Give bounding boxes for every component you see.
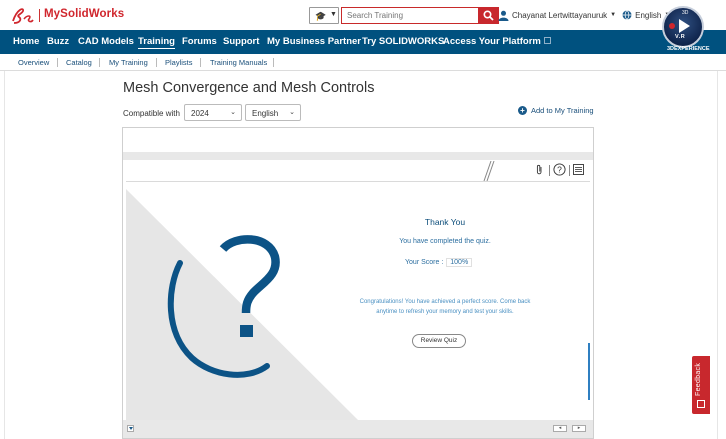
compass-red-dot	[669, 23, 675, 29]
feedback-tab[interactable]: Feedback	[692, 356, 710, 414]
main-nav: Home Buzz CAD Models Training Forums Sup…	[0, 30, 726, 54]
menu-list-icon[interactable]	[573, 164, 584, 178]
external-link-icon	[543, 37, 551, 44]
subnav-divider	[57, 58, 58, 67]
toolbar-divider	[549, 165, 550, 176]
quiz-result-slide: Thank You You have completed the quiz. Y…	[126, 183, 590, 420]
search-bar: 🎓 ▼	[309, 7, 499, 24]
toolbar-divider	[569, 165, 570, 176]
nav-my-business-partner[interactable]: My Business Partner	[267, 36, 361, 47]
quiz-score-value: 100%	[446, 258, 473, 267]
version-value: 2024	[191, 109, 209, 118]
page-edge-right	[717, 71, 718, 439]
quiz-congrats-line-2: anytime to refresh your memory and test …	[376, 309, 514, 315]
play-icon	[679, 19, 690, 33]
subnav-divider	[99, 58, 100, 67]
review-quiz-button[interactable]: Review Quiz	[412, 334, 466, 348]
help-icon[interactable]: ?	[553, 163, 566, 179]
search-category-dropdown[interactable]: 🎓 ▼	[309, 7, 339, 24]
add-to-my-training-label: Add to My Training	[531, 106, 594, 115]
player-bottom-bar: ◂ ▸	[123, 420, 593, 438]
quiz-completed-text: You have completed the quiz.	[399, 238, 491, 245]
collapse-toggle-icon[interactable]	[127, 425, 134, 432]
chevron-down-icon: ▼	[330, 11, 337, 18]
sub-nav: Overview Catalog My Training Playlists T…	[0, 54, 726, 71]
quiz-congrats-message: Congratulations! You have achieved a per…	[334, 297, 556, 317]
subnav-overview[interactable]: Overview	[18, 58, 49, 67]
3dexperience-label: 3DEXPERIENCE	[667, 46, 710, 52]
graduation-cap-icon: 🎓	[315, 11, 327, 21]
nav-access-platform-label: Access Your Platform	[443, 36, 541, 47]
player-toolbar: ?	[126, 160, 590, 182]
nav-buzz[interactable]: Buzz	[47, 36, 69, 47]
brand-divider	[39, 9, 40, 22]
nav-forums[interactable]: Forums	[182, 36, 217, 47]
user-area: Chayanat Lertwittayanuruk ▼ English ▼	[498, 8, 670, 22]
search-button[interactable]	[478, 7, 499, 24]
search-icon	[483, 10, 494, 21]
chevron-down-icon: ⌄	[230, 109, 236, 116]
subnav-divider	[273, 58, 274, 67]
course-player: ? Thank You You have completed the quiz.…	[122, 127, 594, 439]
language-value: English	[252, 109, 279, 118]
quiz-congrats-line-1: Congratulations! You have achieved a per…	[359, 299, 531, 305]
quiz-thank-you-title: Thank You	[424, 217, 466, 227]
player-header-space	[123, 128, 593, 152]
user-menu-caret-icon[interactable]: ▼	[610, 12, 616, 18]
globe-icon	[622, 10, 632, 20]
nav-access-platform[interactable]: Access Your Platform	[443, 36, 551, 47]
page-edge-left	[4, 71, 5, 439]
nav-support[interactable]: Support	[223, 36, 259, 47]
brand-name[interactable]: MySolidWorks	[44, 8, 124, 20]
nav-try-solidworks[interactable]: Try SOLIDWORKS	[362, 36, 444, 47]
quiz-score: Your Score :100%	[405, 258, 473, 267]
prev-slide-button[interactable]: ◂	[553, 425, 567, 432]
subnav-divider	[156, 58, 157, 67]
3dexperience-compass[interactable]: 3D V.R	[662, 6, 704, 48]
subnav-divider	[200, 58, 201, 67]
chevron-down-icon: ⌄	[289, 109, 295, 116]
search-input[interactable]	[341, 7, 478, 24]
slide-scroll-indicator[interactable]	[588, 343, 590, 400]
top-bar: MySolidWorks 🎓 ▼ Chayanat Lertwittayanur…	[0, 0, 726, 30]
compass-label: V.R	[675, 34, 686, 40]
page-title: Mesh Convergence and Mesh Controls	[123, 80, 375, 96]
version-select[interactable]: 2024 ⌄	[184, 104, 242, 121]
edit-icon	[697, 400, 705, 408]
language-select[interactable]: English ⌄	[245, 104, 301, 121]
ds-logo-icon[interactable]	[10, 5, 34, 25]
nav-training[interactable]: Training	[138, 36, 175, 49]
compass-mark-n: 3D	[682, 10, 689, 16]
player-gray-band	[123, 152, 593, 160]
subnav-catalog[interactable]: Catalog	[66, 58, 92, 67]
subnav-my-training[interactable]: My Training	[109, 58, 148, 67]
next-slide-button[interactable]: ▸	[572, 425, 586, 432]
nav-cad-models[interactable]: CAD Models	[78, 36, 134, 47]
question-mark-graphic	[167, 235, 280, 378]
compatible-with-label: Compatible with	[123, 109, 180, 118]
subnav-training-manuals[interactable]: Training Manuals	[210, 58, 267, 67]
plus-circle-icon: +	[518, 106, 527, 115]
svg-text:?: ?	[557, 165, 562, 175]
user-name[interactable]: Chayanat Lertwittayanuruk	[512, 11, 607, 20]
user-icon	[498, 10, 509, 21]
feedback-label: Feedback	[695, 362, 702, 396]
subnav-playlists[interactable]: Playlists	[165, 58, 193, 67]
add-to-my-training-link[interactable]: + Add to My Training	[518, 106, 594, 115]
nav-home[interactable]: Home	[13, 36, 39, 47]
toolbar-slash-decoration	[483, 161, 495, 181]
attachment-icon[interactable]	[536, 164, 543, 178]
quiz-score-label: Your Score :	[405, 259, 444, 266]
language-selector[interactable]: English	[635, 11, 661, 20]
